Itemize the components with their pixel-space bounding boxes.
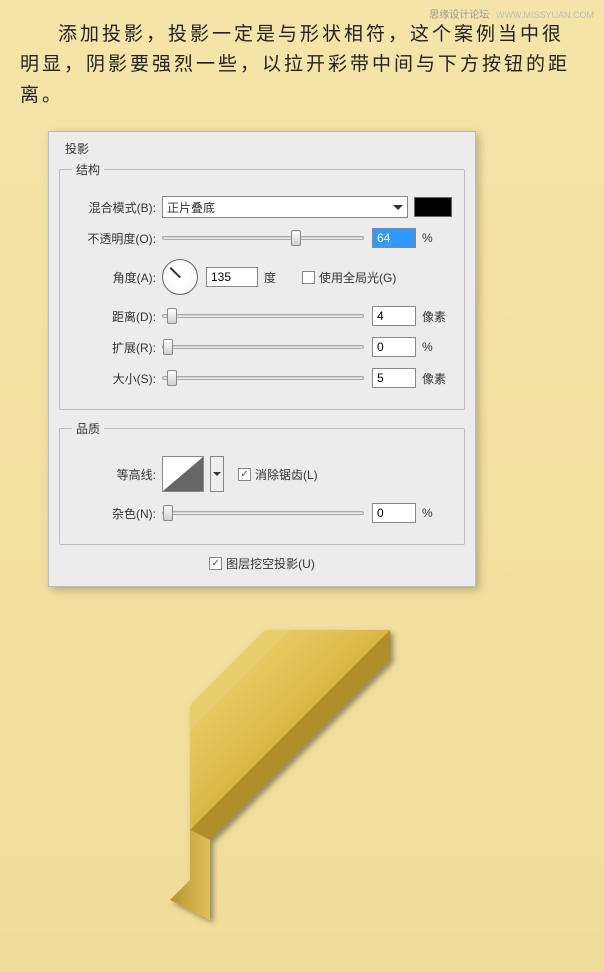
size-unit: 像素 xyxy=(422,370,452,387)
noise-input[interactable] xyxy=(372,503,416,523)
distance-slider[interactable] xyxy=(162,314,364,318)
dialog-title: 投影 xyxy=(59,138,465,157)
blend-mode-value: 正片叠底 xyxy=(167,199,215,216)
noise-unit: % xyxy=(422,506,452,520)
checkbox-icon: ✓ xyxy=(238,468,251,481)
opacity-label: 不透明度(O): xyxy=(72,230,162,247)
antialias-label: 消除锯齿(L) xyxy=(255,466,318,483)
distance-row: 距离(D): 像素 xyxy=(72,304,452,328)
angle-unit: 度 xyxy=(264,269,294,286)
size-input[interactable] xyxy=(372,368,416,388)
contour-dropdown[interactable] xyxy=(210,456,224,492)
distance-unit: 像素 xyxy=(422,308,452,325)
antialias-checkbox[interactable]: ✓ 消除锯齿(L) xyxy=(238,466,318,483)
distance-label: 距离(D): xyxy=(72,308,162,325)
size-row: 大小(S): 像素 xyxy=(72,366,452,390)
opacity-slider[interactable] xyxy=(162,236,364,240)
ribbon-graphic xyxy=(120,620,440,940)
opacity-unit: % xyxy=(422,231,452,245)
chevron-down-icon xyxy=(393,205,403,210)
angle-row: 角度(A): 度 使用全局光(G) xyxy=(72,257,452,297)
checkbox-icon: ✓ xyxy=(209,557,222,570)
shadow-color-swatch[interactable] xyxy=(414,197,452,217)
angle-input[interactable] xyxy=(206,267,258,287)
global-light-checkbox[interactable]: 使用全局光(G) xyxy=(302,269,396,286)
checkbox-icon xyxy=(302,271,315,284)
knockout-label: 图层挖空投影(U) xyxy=(226,555,315,572)
quality-group: 品质 等高线: ✓ 消除锯齿(L) 杂色(N): % xyxy=(59,420,465,545)
spread-input[interactable] xyxy=(372,337,416,357)
structure-group: 结构 混合模式(B): 正片叠底 不透明度(O): % 角度(A): 度 xyxy=(59,161,465,410)
knockout-row: ✓ 图层挖空投影(U) xyxy=(59,555,465,572)
quality-legend: 品质 xyxy=(72,420,104,437)
spread-label: 扩展(R): xyxy=(72,339,162,356)
spread-slider[interactable] xyxy=(162,345,364,349)
size-label: 大小(S): xyxy=(72,370,162,387)
distance-input[interactable] xyxy=(372,306,416,326)
opacity-row: 不透明度(O): % xyxy=(72,226,452,250)
blend-mode-row: 混合模式(B): 正片叠底 xyxy=(72,195,452,219)
noise-slider[interactable] xyxy=(162,511,364,515)
angle-dial[interactable] xyxy=(162,259,198,295)
contour-label: 等高线: xyxy=(72,466,162,483)
noise-row: 杂色(N): % xyxy=(72,501,452,525)
opacity-input[interactable] xyxy=(372,228,416,248)
spread-unit: % xyxy=(422,340,452,354)
spread-row: 扩展(R): % xyxy=(72,335,452,359)
drop-shadow-dialog: 投影 结构 混合模式(B): 正片叠底 不透明度(O): % 角度(A): xyxy=(48,131,476,587)
watermark: 思缘设计论坛 WWW.MISSYUAN.COM xyxy=(429,6,594,21)
blend-mode-label: 混合模式(B): xyxy=(72,199,162,216)
chevron-down-icon xyxy=(213,472,221,476)
global-light-label: 使用全局光(G) xyxy=(319,269,396,286)
watermark-en: WWW.MISSYUAN.COM xyxy=(496,10,594,20)
size-slider[interactable] xyxy=(162,376,364,380)
blend-mode-combo[interactable]: 正片叠底 xyxy=(162,196,408,218)
contour-row: 等高线: ✓ 消除锯齿(L) xyxy=(72,454,452,494)
contour-picker[interactable] xyxy=(162,456,204,492)
knockout-checkbox[interactable]: ✓ 图层挖空投影(U) xyxy=(209,555,315,572)
angle-label: 角度(A): xyxy=(72,269,162,286)
structure-legend: 结构 xyxy=(72,161,104,178)
watermark-cn: 思缘设计论坛 xyxy=(429,10,489,21)
noise-label: 杂色(N): xyxy=(72,505,162,522)
